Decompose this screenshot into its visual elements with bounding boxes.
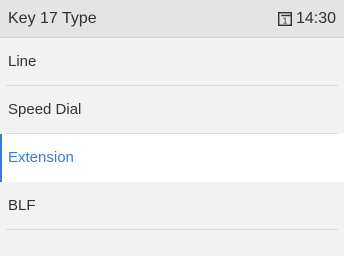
menu-item-label: Speed Dial — [8, 101, 82, 118]
page-title: Key 17 Type — [8, 10, 97, 27]
menu-item-label: Extension — [8, 149, 74, 166]
divider — [6, 229, 338, 230]
line-indicator-icon: 1 — [277, 11, 292, 27]
phone-screen: Key 17 Type 1 14:30 Line Speed Dial Exte… — [0, 0, 344, 256]
menu-item-speed-dial[interactable]: Speed Dial — [0, 86, 344, 134]
menu-item-blf[interactable]: BLF — [0, 182, 344, 230]
status-bar: Key 17 Type 1 14:30 — [0, 0, 344, 38]
line-number: 1 — [283, 16, 288, 26]
key-type-menu: Line Speed Dial Extension BLF — [0, 38, 344, 256]
clock: 14:30 — [295, 10, 336, 27]
menu-item-extension[interactable]: Extension — [0, 134, 344, 182]
menu-item-line[interactable]: Line — [0, 38, 344, 86]
menu-item-label: Line — [8, 53, 37, 70]
scroll-indicator — [0, 134, 2, 182]
status-right: 1 14:30 — [277, 9, 336, 29]
menu-item-label: BLF — [8, 197, 36, 214]
